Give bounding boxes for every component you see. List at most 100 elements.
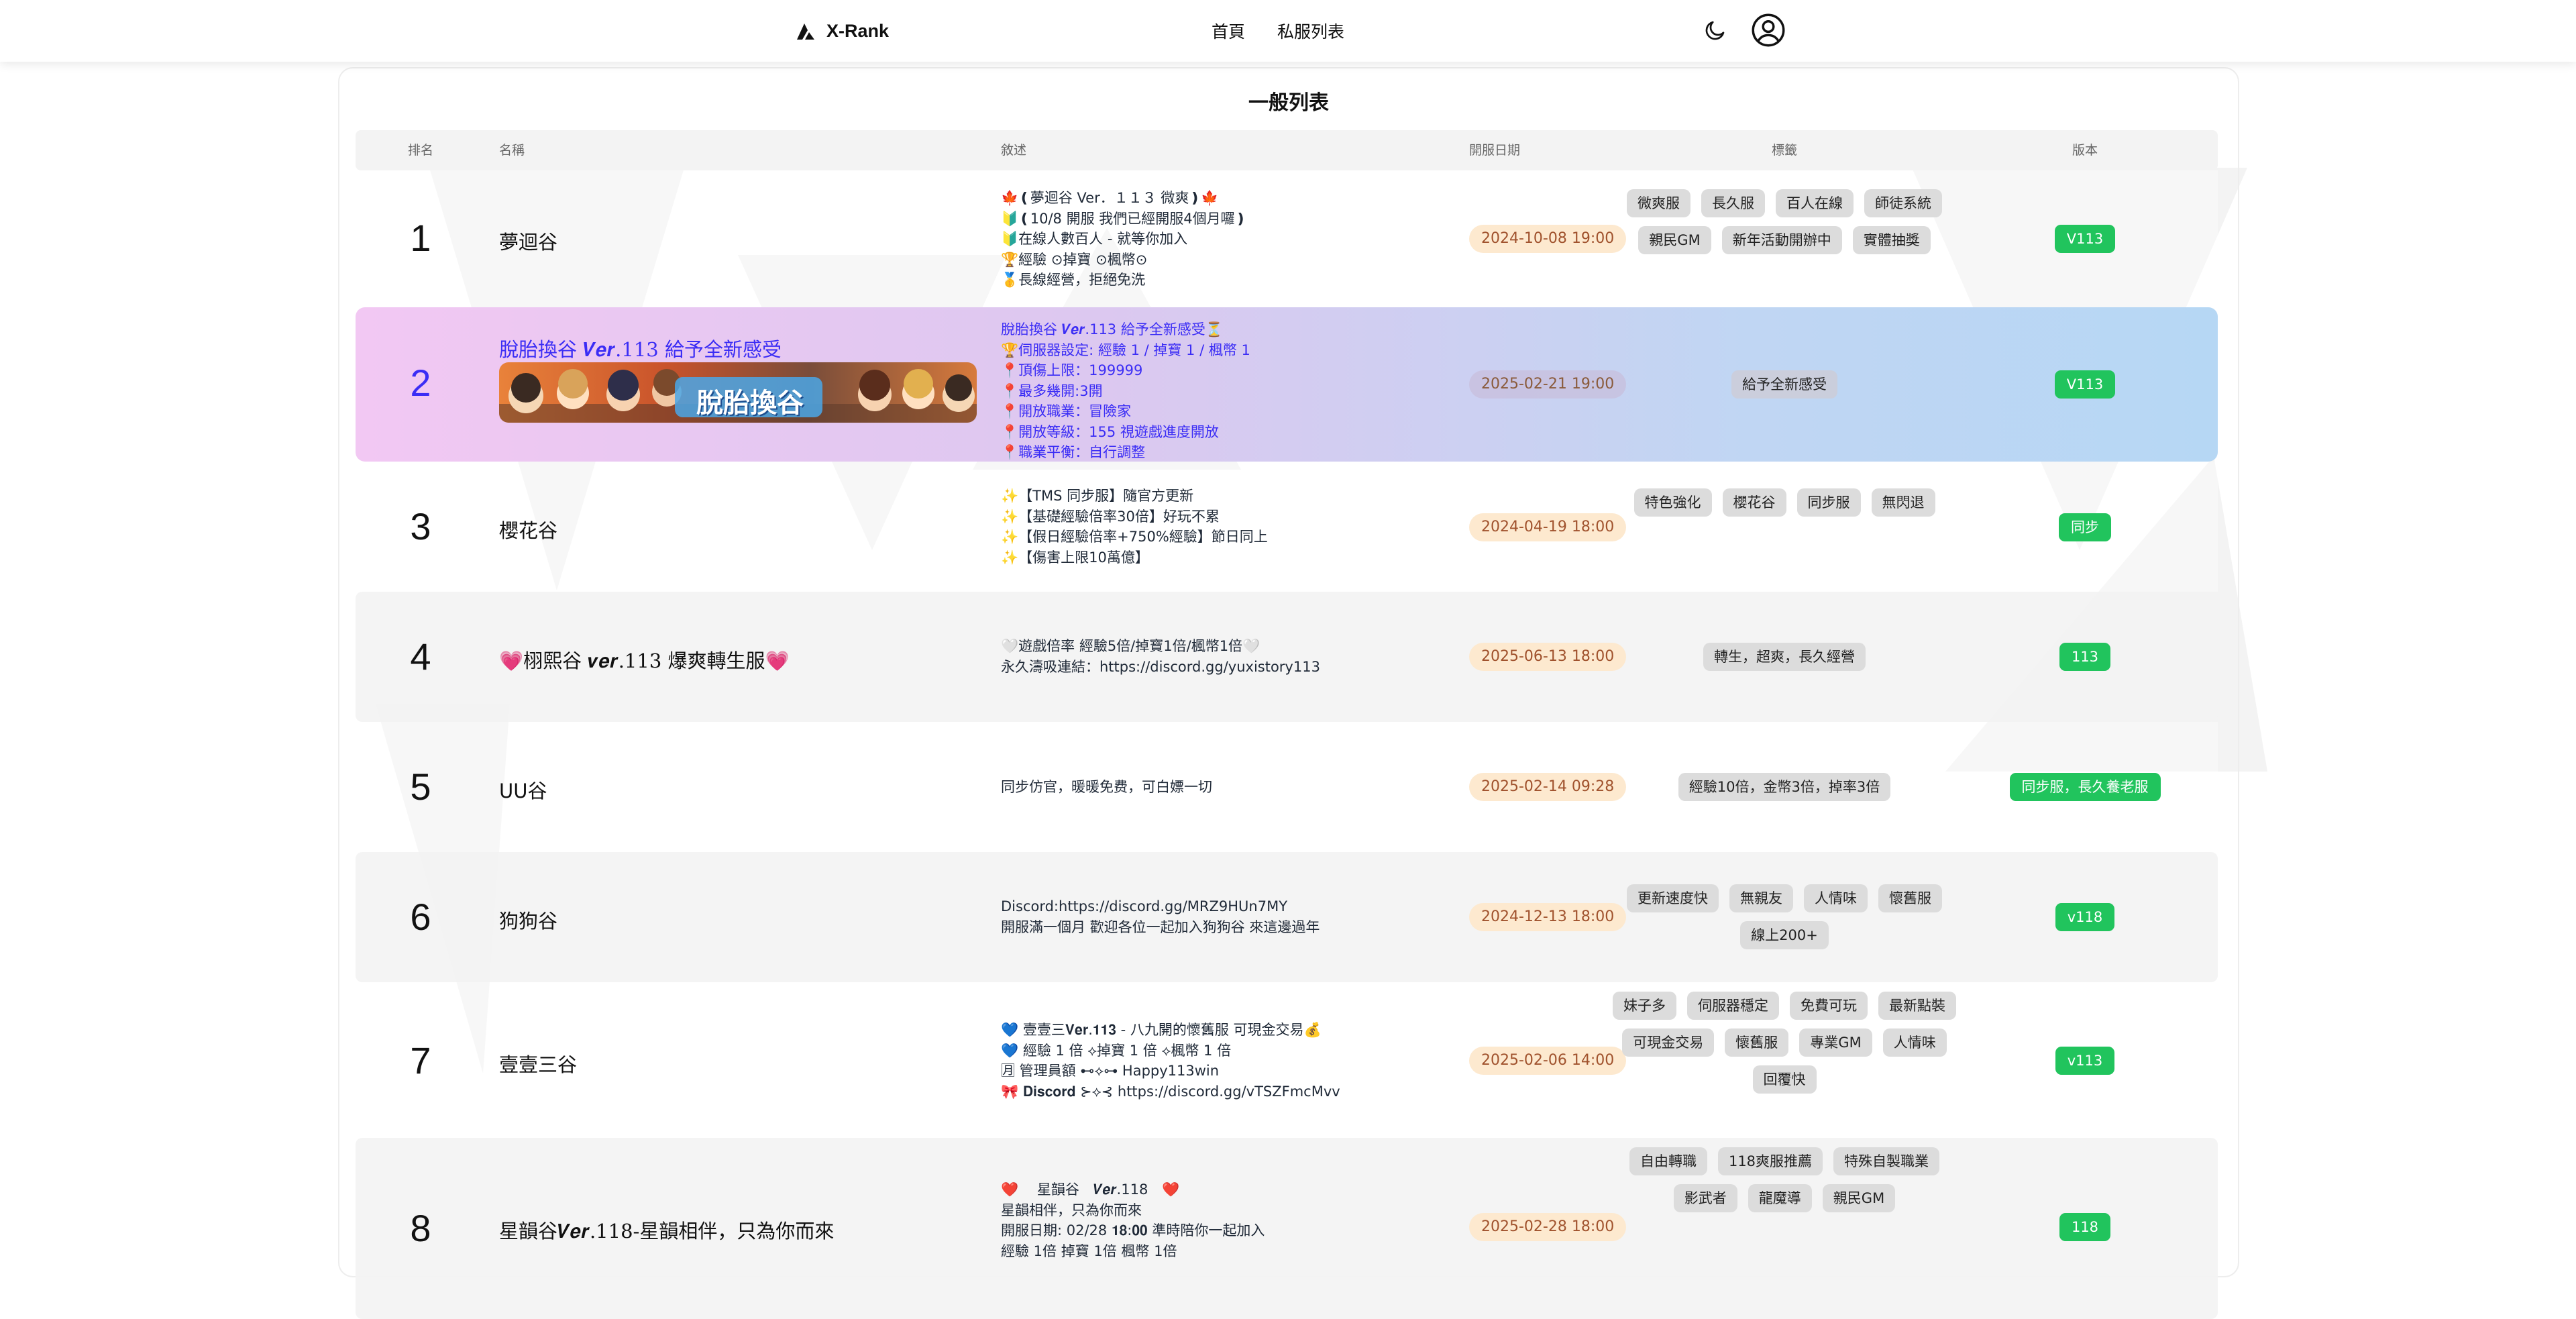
- tag-chip: 長久服: [1701, 189, 1765, 217]
- version-cell: V113: [1959, 225, 2211, 253]
- description-line: 📍頂傷上限：199999: [1001, 362, 1143, 378]
- nav-server-list[interactable]: 私服列表: [1277, 19, 1344, 43]
- server-name[interactable]: 夢迴谷: [499, 227, 557, 255]
- table-row[interactable]: 6 狗狗谷 Discord:https://discord.gg/MRZ9HUn…: [356, 852, 2218, 982]
- table-header: 排名 名稱 敘述 開服日期 標籤 版本: [356, 130, 2218, 170]
- table-row[interactable]: 5 UU谷 同步仿官，暖暖免费，可白嫖一切 2025-02-14 09:28 經…: [356, 722, 2218, 852]
- column-open-date: 開服日期: [1469, 143, 1521, 158]
- tag-chip: 師徒系統: [1864, 189, 1942, 217]
- tag-chip: 微爽服: [1627, 189, 1690, 217]
- tag-chip: 自由轉職: [1629, 1147, 1707, 1175]
- description-line: 🥇長線經營，拒絕免洗: [1001, 272, 1146, 288]
- table-row[interactable]: 3 櫻花谷 ✨【TMS 同步服】隨官方更新 ✨【基礎經驗倍率30倍】好玩不累 ✨…: [356, 462, 2218, 592]
- tag-chip: 實體抽獎: [1852, 226, 1931, 254]
- description-line: 🔰在線人數百人 - 就等你加入: [1001, 231, 1188, 247]
- tag-chip: 免費可玩: [1790, 992, 1868, 1020]
- version-badge: v113: [2055, 1047, 2115, 1075]
- version-cell: 同步服，長久養老服: [1959, 773, 2211, 801]
- tag-chip: 線上200+: [1740, 921, 1829, 949]
- server-description: ✨【TMS 同步服】隨官方更新 ✨【基礎經驗倍率30倍】好玩不累 ✨【假日經驗倍…: [1001, 486, 1417, 568]
- description-line: 📍開放等級：155 視遊戲進度開放: [1001, 423, 1219, 440]
- version-cell: V113: [1959, 370, 2211, 399]
- open-date-badge: 2025-02-06 14:00: [1469, 1047, 1627, 1075]
- description-line: 脫胎換谷 𝑽𝒆𝒓.113 給予全新感受⏳: [1001, 321, 1223, 337]
- column-name: 名稱: [499, 143, 525, 158]
- version-cell: v118: [1959, 903, 2211, 931]
- server-name[interactable]: UU谷: [499, 776, 547, 804]
- tag-chip: 更新速度快: [1627, 884, 1719, 912]
- tag-chip: 無親友: [1729, 884, 1793, 912]
- description-line: 星韻相伴，只為你而來: [1001, 1202, 1142, 1218]
- tag-list: 自由轉職 118爽服推薦 特殊自製職業 影武者 龍魔導 親民GM: [1610, 1147, 1959, 1212]
- description-line: ❤️ 星韻谷 𝑽𝒆𝒓.118 ❤️: [1001, 1181, 1180, 1198]
- description-line: 永久濤吸連結：https://discord.gg/yuxistory113: [1001, 658, 1320, 675]
- server-banner-image[interactable]: 脫胎換谷: [499, 362, 977, 423]
- open-date-badge: 2024-12-13 18:00: [1469, 903, 1627, 931]
- server-name[interactable]: 💗栩熙谷 𝒗𝒆𝒓.113 爆爽轉生服💗: [499, 645, 790, 674]
- description-line: 🏆伺服器設定: 經驗 1 / 掉寶 1 / 楓幣 1: [1001, 341, 1250, 358]
- server-name[interactable]: 櫻花谷: [499, 515, 557, 543]
- rank-number: 2: [410, 362, 431, 404]
- description-line: 📍職業平衡：自行調整: [1001, 444, 1146, 460]
- server-name[interactable]: 星韻谷𝑽𝒆𝒓.118-星韻相伴，只為你而來: [499, 1216, 834, 1244]
- table-row[interactable]: 8 星韻谷𝑽𝒆𝒓.118-星韻相伴，只為你而來 ❤️ 星韻谷 𝑽𝒆𝒓.118 ❤…: [356, 1138, 2218, 1319]
- open-date-badge: 2025-02-14 09:28: [1469, 773, 1627, 801]
- rank-number: 6: [410, 896, 431, 938]
- list-title: 一般列表: [1248, 91, 1329, 115]
- column-rank: 排名: [407, 143, 433, 158]
- description-line: 💙 經驗 1 倍 ⟡掉寶 1 倍 ⟡楓幣 1 倍: [1001, 1042, 1232, 1059]
- table-row[interactable]: 7 壹壹三谷 💙 壹壹三𝐕𝐞𝐫.𝟏𝟏𝟑 - 八九開的懷舊服 可現金交易💰 💙 經…: [356, 982, 2218, 1138]
- description-line: 🏆經驗 ⊙掉寶 ⊙楓幣⊙: [1001, 251, 1148, 268]
- tag-chip: 櫻花谷: [1722, 488, 1786, 517]
- tag-chip: 118爽服推薦: [1717, 1147, 1823, 1175]
- tag-chip: 回覆快: [1752, 1065, 1817, 1094]
- tag-list: 妹子多 伺服器穩定 免費可玩 最新點裝 可現金交易 懷舊服 專業GM 人情味 回…: [1610, 992, 1959, 1094]
- version-badge: 113: [2059, 643, 2111, 671]
- open-date-badge: 2025-06-13 18:00: [1469, 643, 1627, 671]
- nav-home[interactable]: 首頁: [1212, 19, 1245, 43]
- user-menu-button[interactable]: [1750, 11, 1787, 49]
- tag-chip: 可現金交易: [1622, 1028, 1715, 1057]
- brand-name: X-Rank: [826, 20, 890, 41]
- tag-chip: 懷舊服: [1725, 1028, 1789, 1057]
- user-circle-icon: [1752, 13, 1785, 47]
- open-date-badge: 2025-02-21 19:00: [1469, 370, 1627, 399]
- tag-chip: 人情味: [1882, 1028, 1947, 1057]
- brand-link[interactable]: X-Rank: [794, 16, 889, 46]
- server-name[interactable]: 狗狗谷: [499, 906, 557, 934]
- column-tags: 標籤: [1771, 143, 1797, 158]
- server-description: Discord:https://discord.gg/MRZ9HUn7MY 開服…: [1001, 896, 1417, 937]
- theme-toggle-button[interactable]: [1700, 15, 1731, 46]
- tag-chip: 親民GM: [1638, 226, 1711, 254]
- table-row[interactable]: 4 💗栩熙谷 𝒗𝒆𝒓.113 爆爽轉生服💗 🤍遊戲倍率 經驗5倍/掉寶1倍/楓幣…: [356, 592, 2218, 722]
- banner-logo-text: 脫胎換谷: [696, 388, 804, 419]
- server-name[interactable]: 壹壹三谷: [499, 1049, 577, 1077]
- description-line: 開服滿一個月 歡迎各位一起加入狗狗谷 來這邊過年: [1001, 918, 1320, 935]
- rank-number: 4: [410, 635, 431, 678]
- description-line: ✨【傷害上限10萬億】: [1001, 549, 1149, 566]
- description-line: 📍開放職業：冒險家: [1001, 403, 1132, 419]
- version-cell: 118: [1959, 1213, 2211, 1241]
- open-date-badge: 2024-10-08 19:00: [1469, 225, 1627, 253]
- description-line: 同步仿官，暖暖免费，可白嫖一切: [1001, 779, 1212, 795]
- rank-number: 5: [410, 766, 431, 808]
- tag-list: 微爽服 長久服 百人在線 師徒系統 親民GM 新年活動開辦中 實體抽獎: [1610, 189, 1959, 254]
- tag-chip: 親民GM: [1822, 1184, 1896, 1212]
- tag-chip: 人情味: [1804, 884, 1868, 912]
- version-badge: v118: [2055, 903, 2115, 931]
- description-line: 🎀 𝐃𝐢𝐬𝐜𝐨𝐫𝐝 ⊱⟡⊰ https://discord.gg/vTSZFmc…: [1001, 1083, 1340, 1100]
- tag-list: 更新速度快 無親友 人情味 懷舊服 線上200+: [1610, 884, 1959, 949]
- description-line: 💙 壹壹三𝐕𝐞𝐫.𝟏𝟏𝟑 - 八九開的懷舊服 可現金交易💰: [1001, 1022, 1322, 1038]
- table-row-featured[interactable]: 2 脫胎換谷 𝑽𝒆𝒓.113 給予全新感受 脫胎換谷 脫胎換谷 𝑽𝒆𝒓.113 …: [356, 307, 2218, 462]
- server-description: 💙 壹壹三𝐕𝐞𝐫.𝟏𝟏𝟑 - 八九開的懷舊服 可現金交易💰 💙 經驗 1 倍 ⟡…: [1001, 1020, 1417, 1102]
- description-line: 🔰❪10/8 開服 我們已經開服4個月囉❫: [1001, 210, 1247, 227]
- tag-chip: 無閃退: [1871, 488, 1935, 517]
- version-badge: V113: [2054, 370, 2116, 399]
- table-row[interactable]: 1 夢迴谷 🍁❪夢迴谷 Ver．１１３ 微爽❫🍁 🔰❪10/8 開服 我們已經開…: [356, 170, 2218, 307]
- tag-list: 經驗10倍，金幣3倍，掉率3倍: [1610, 773, 1959, 801]
- column-version: 版本: [2072, 143, 2098, 158]
- tag-chip: 特色強化: [1633, 488, 1712, 517]
- tag-chip: 百人在線: [1776, 189, 1854, 217]
- server-description: 同步仿官，暖暖免费，可白嫖一切: [1001, 777, 1417, 798]
- server-name[interactable]: 脫胎換谷 𝑽𝒆𝒓.113 給予全新感受: [499, 334, 782, 362]
